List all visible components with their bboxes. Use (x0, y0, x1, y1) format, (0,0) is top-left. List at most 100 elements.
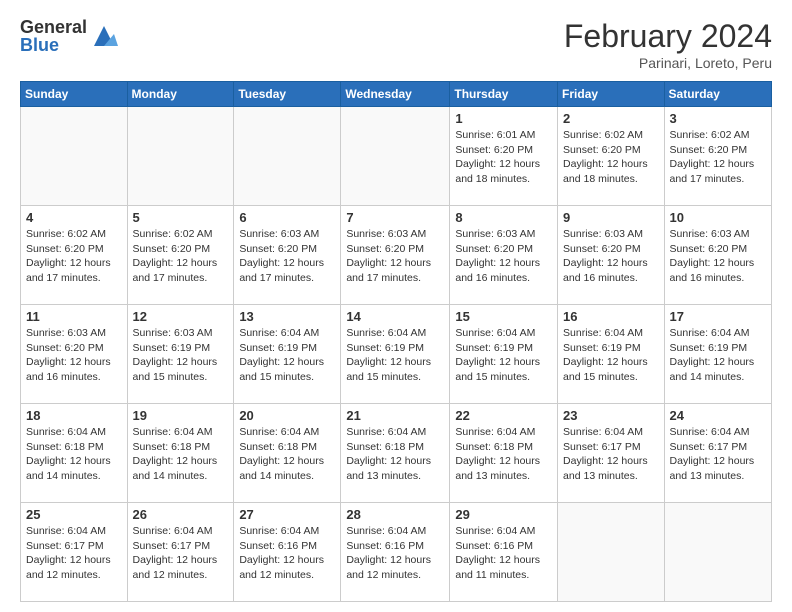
calendar-cell: 25 Sunrise: 6:04 AMSunset: 6:17 PMDayligh… (21, 503, 128, 602)
month-title: February 2024 (564, 18, 772, 55)
day-number: 2 (563, 111, 659, 126)
day-number: 20 (239, 408, 335, 423)
day-number: 4 (26, 210, 122, 225)
day-number: 10 (670, 210, 766, 225)
calendar-cell: 11Sunrise: 6:03 AMSunset: 6:20 PMDayligh… (21, 305, 128, 404)
day-info: Sunrise: 6:03 AMSunset: 6:20 PMDaylight:… (239, 227, 335, 286)
day-info: Sunrise: 6:04 AMSunset: 6:16 PMDaylight:… (455, 524, 552, 583)
weekday-header-tuesday: Tuesday (234, 82, 341, 107)
day-info: Sunrise: 6:03 AMSunset: 6:20 PMDaylight:… (670, 227, 766, 286)
calendar-cell: 15 Sunrise: 6:04 AMSunset: 6:19 PMDayligh… (450, 305, 558, 404)
calendar-cell (341, 107, 450, 206)
day-number: 15 (455, 309, 552, 324)
day-info: Sunrise: 6:03 AMSunset: 6:19 PMDaylight:… (133, 326, 229, 385)
calendar-cell: 10 Sunrise: 6:03 AMSunset: 6:20 PMDayligh… (664, 206, 771, 305)
day-number: 23 (563, 408, 659, 423)
day-number: 17 (670, 309, 766, 324)
calendar-cell: 18 Sunrise: 6:04 AMSunset: 6:18 PMDayligh… (21, 404, 128, 503)
day-info: Sunrise: 6:01 AMSunset: 6:20 PMDaylight:… (455, 128, 552, 187)
calendar-cell: 23 Sunrise: 6:04 AMSunset: 6:17 PMDayligh… (558, 404, 665, 503)
calendar-week-0: 1Sunrise: 6:01 AMSunset: 6:20 PMDaylight… (21, 107, 772, 206)
day-info: Sunrise: 6:02 AMSunset: 6:20 PMDaylight:… (26, 227, 122, 286)
weekday-header-sunday: Sunday (21, 82, 128, 107)
day-number: 3 (670, 111, 766, 126)
day-number: 6 (239, 210, 335, 225)
calendar-cell: 6 Sunrise: 6:03 AMSunset: 6:20 PMDaylight… (234, 206, 341, 305)
calendar-header: SundayMondayTuesdayWednesdayThursdayFrid… (21, 82, 772, 107)
calendar-cell: 9 Sunrise: 6:03 AMSunset: 6:20 PMDaylight… (558, 206, 665, 305)
weekday-header-wednesday: Wednesday (341, 82, 450, 107)
calendar-cell (127, 107, 234, 206)
calendar-cell (664, 503, 771, 602)
day-info: Sunrise: 6:04 AMSunset: 6:18 PMDaylight:… (26, 425, 122, 484)
day-info: Sunrise: 6:02 AMSunset: 6:20 PMDaylight:… (563, 128, 659, 187)
location-subtitle: Parinari, Loreto, Peru (564, 55, 772, 71)
logo-blue: Blue (20, 36, 87, 54)
calendar-table: SundayMondayTuesdayWednesdayThursdayFrid… (20, 81, 772, 602)
day-info: Sunrise: 6:02 AMSunset: 6:20 PMDaylight:… (133, 227, 229, 286)
calendar-cell (558, 503, 665, 602)
calendar-cell: 7 Sunrise: 6:03 AMSunset: 6:20 PMDaylight… (341, 206, 450, 305)
calendar-cell: 14 Sunrise: 6:04 AMSunset: 6:19 PMDayligh… (341, 305, 450, 404)
day-number: 29 (455, 507, 552, 522)
day-info: Sunrise: 6:04 AMSunset: 6:16 PMDaylight:… (239, 524, 335, 583)
calendar-cell: 4 Sunrise: 6:02 AMSunset: 6:20 PMDaylight… (21, 206, 128, 305)
day-info: Sunrise: 6:03 AMSunset: 6:20 PMDaylight:… (455, 227, 552, 286)
day-number: 22 (455, 408, 552, 423)
day-number: 7 (346, 210, 444, 225)
calendar-week-1: 4 Sunrise: 6:02 AMSunset: 6:20 PMDaylight… (21, 206, 772, 305)
day-info: Sunrise: 6:04 AMSunset: 6:18 PMDaylight:… (455, 425, 552, 484)
weekday-header-saturday: Saturday (664, 82, 771, 107)
day-info: Sunrise: 6:03 AMSunset: 6:20 PMDaylight:… (563, 227, 659, 286)
day-number: 12 (133, 309, 229, 324)
day-number: 28 (346, 507, 444, 522)
day-info: Sunrise: 6:02 AMSunset: 6:20 PMDaylight:… (670, 128, 766, 187)
calendar-cell: 5 Sunrise: 6:02 AMSunset: 6:20 PMDaylight… (127, 206, 234, 305)
day-info: Sunrise: 6:04 AMSunset: 6:17 PMDaylight:… (670, 425, 766, 484)
calendar-cell (234, 107, 341, 206)
calendar-cell: 27 Sunrise: 6:04 AMSunset: 6:16 PMDayligh… (234, 503, 341, 602)
day-info: Sunrise: 6:04 AMSunset: 6:19 PMDaylight:… (239, 326, 335, 385)
weekday-header-friday: Friday (558, 82, 665, 107)
calendar-cell: 24 Sunrise: 6:04 AMSunset: 6:17 PMDayligh… (664, 404, 771, 503)
day-number: 8 (455, 210, 552, 225)
logo: General Blue (20, 18, 118, 54)
day-number: 27 (239, 507, 335, 522)
calendar-cell: 28 Sunrise: 6:04 AMSunset: 6:16 PMDayligh… (341, 503, 450, 602)
day-number: 26 (133, 507, 229, 522)
day-number: 19 (133, 408, 229, 423)
day-info: Sunrise: 6:03 AMSunset: 6:20 PMDaylight:… (346, 227, 444, 286)
weekday-header-monday: Monday (127, 82, 234, 107)
day-info: Sunrise: 6:04 AMSunset: 6:17 PMDaylight:… (563, 425, 659, 484)
weekday-header-thursday: Thursday (450, 82, 558, 107)
day-info: Sunrise: 6:04 AMSunset: 6:18 PMDaylight:… (239, 425, 335, 484)
day-number: 5 (133, 210, 229, 225)
calendar-cell: 3 Sunrise: 6:02 AMSunset: 6:20 PMDaylight… (664, 107, 771, 206)
day-info: Sunrise: 6:04 AMSunset: 6:18 PMDaylight:… (346, 425, 444, 484)
logo-icon (90, 22, 118, 50)
day-info: Sunrise: 6:04 AMSunset: 6:19 PMDaylight:… (455, 326, 552, 385)
day-number: 14 (346, 309, 444, 324)
day-info: Sunrise: 6:04 AMSunset: 6:19 PMDaylight:… (346, 326, 444, 385)
calendar-cell: 20 Sunrise: 6:04 AMSunset: 6:18 PMDayligh… (234, 404, 341, 503)
day-info: Sunrise: 6:04 AMSunset: 6:17 PMDaylight:… (133, 524, 229, 583)
day-info: Sunrise: 6:04 AMSunset: 6:19 PMDaylight:… (670, 326, 766, 385)
day-number: 21 (346, 408, 444, 423)
logo-general: General (20, 18, 87, 36)
day-info: Sunrise: 6:04 AMSunset: 6:17 PMDaylight:… (26, 524, 122, 583)
day-number: 25 (26, 507, 122, 522)
day-info: Sunrise: 6:03 AMSunset: 6:20 PMDaylight:… (26, 326, 122, 385)
day-number: 24 (670, 408, 766, 423)
calendar-week-4: 25 Sunrise: 6:04 AMSunset: 6:17 PMDayligh… (21, 503, 772, 602)
day-info: Sunrise: 6:04 AMSunset: 6:16 PMDaylight:… (346, 524, 444, 583)
day-number: 13 (239, 309, 335, 324)
calendar-cell: 29 Sunrise: 6:04 AMSunset: 6:16 PMDayligh… (450, 503, 558, 602)
day-number: 9 (563, 210, 659, 225)
calendar-cell: 22 Sunrise: 6:04 AMSunset: 6:18 PMDayligh… (450, 404, 558, 503)
page-header: General Blue February 2024 Parinari, Lor… (20, 18, 772, 71)
day-number: 18 (26, 408, 122, 423)
calendar-cell: 17 Sunrise: 6:04 AMSunset: 6:19 PMDayligh… (664, 305, 771, 404)
calendar-cell: 21 Sunrise: 6:04 AMSunset: 6:18 PMDayligh… (341, 404, 450, 503)
calendar-cell: 16Sunrise: 6:04 AMSunset: 6:19 PMDayligh… (558, 305, 665, 404)
calendar-cell: 1Sunrise: 6:01 AMSunset: 6:20 PMDaylight… (450, 107, 558, 206)
